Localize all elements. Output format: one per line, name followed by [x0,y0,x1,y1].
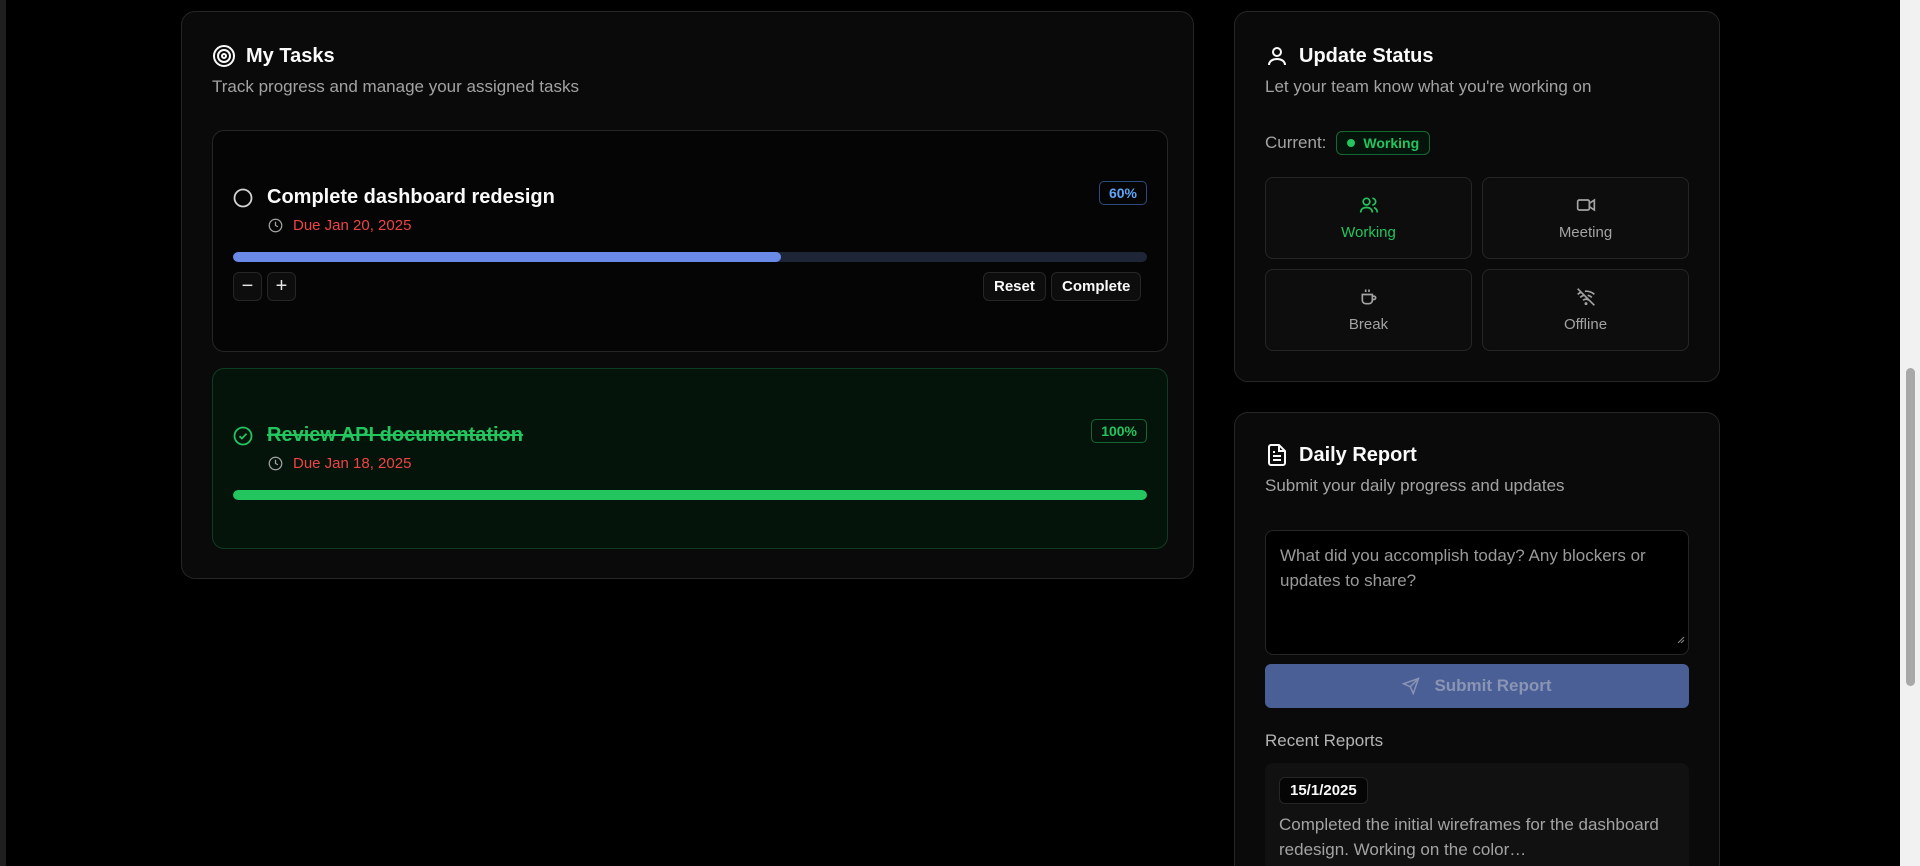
report-subtitle: Submit your daily progress and updates [1265,476,1565,495]
update-status-card: Update Status Let your team know what yo… [1234,11,1720,382]
reset-button[interactable]: Reset [983,272,1046,301]
progress-fill [233,490,1147,500]
circle-checkbox-icon[interactable] [233,188,253,208]
tasks-subtitle: Track progress and manage your assigned … [212,77,579,96]
status-badge: Working [1336,131,1431,155]
resize-handle-icon[interactable] [1677,626,1685,651]
progress-track [233,490,1147,500]
submit-report-button[interactable]: Submit Report [1265,664,1689,708]
status-option-label: Offline [1563,316,1608,333]
coffee-icon [1359,287,1379,307]
my-tasks-card: My Tasks Track progress and manage your … [181,11,1194,579]
complete-button[interactable]: Complete [1051,272,1142,301]
clock-icon [268,218,283,233]
report-date: 15/1/2025 [1279,777,1368,804]
status-dot [1347,139,1356,147]
current-label: Current: [1265,133,1327,152]
due-text: Due Jan 18, 2025 [293,455,412,472]
task-item: Complete dashboard redesign Due Jan 20, … [212,130,1168,352]
textarea-placeholder: What did you accomplish today? Any block… [1280,546,1646,590]
video-icon [1576,195,1596,215]
status-option-label: Break [1348,316,1389,333]
status-option-label: Meeting [1558,224,1613,241]
left-edge [0,0,6,866]
task-due-date: Due Jan 20, 2025 [268,217,411,234]
status-option-working[interactable]: Working [1265,177,1472,259]
send-icon [1402,677,1421,695]
scrollbar[interactable] [1900,0,1920,866]
daily-report-header: Daily Report [1265,443,1417,467]
status-option-meeting[interactable]: Meeting [1482,177,1689,259]
target-icon [212,44,236,68]
task-name: Complete dashboard redesign [267,186,555,208]
report-text: Completed the initial wireframes for the… [1279,815,1659,859]
progress-fill [233,252,782,262]
task-header: Review API documentation [233,424,523,447]
task-name: Review API documentation [267,424,523,446]
status-option-break[interactable]: Break [1265,269,1472,351]
status-badge-text: Working [1363,135,1420,151]
status-option-offline[interactable]: Offline [1482,269,1689,351]
my-tasks-header: My Tasks [212,44,335,68]
status-title: Update Status [1299,44,1434,67]
report-title: Daily Report [1299,443,1417,466]
file-text-icon [1265,443,1289,467]
scrollbar-thumb[interactable] [1906,368,1915,686]
recent-reports-title: Recent Reports [1265,731,1384,750]
clock-icon [268,456,283,471]
daily-report-card: Daily Report Submit your daily progress … [1234,412,1720,866]
update-status-header: Update Status [1265,44,1433,68]
user-icon [1265,44,1289,68]
progress-badge: 60% [1098,181,1147,205]
current-status: Current: Working [1265,131,1431,155]
submit-label: Submit Report [1434,676,1552,695]
decrease-progress-button[interactable]: − [233,272,262,301]
due-text: Due Jan 20, 2025 [293,217,412,234]
status-subtitle: Let your team know what you're working o… [1265,77,1592,96]
increase-progress-button[interactable]: + [267,272,296,301]
report-entry: 15/1/2025 Completed the initial wirefram… [1265,763,1689,866]
report-textarea[interactable]: What did you accomplish today? Any block… [1265,530,1689,655]
users-icon [1359,195,1379,215]
progress-track [233,252,1147,262]
wifi-off-icon [1576,287,1596,307]
task-item: Review API documentation Due Jan 18, 202… [212,368,1168,549]
check-circle-icon[interactable] [233,426,253,446]
progress-badge: 100% [1091,419,1147,443]
task-header: Complete dashboard redesign [233,186,555,209]
page-title: My Tasks [246,44,335,67]
status-option-label: Working [1341,224,1396,241]
task-due-date: Due Jan 18, 2025 [268,455,411,472]
